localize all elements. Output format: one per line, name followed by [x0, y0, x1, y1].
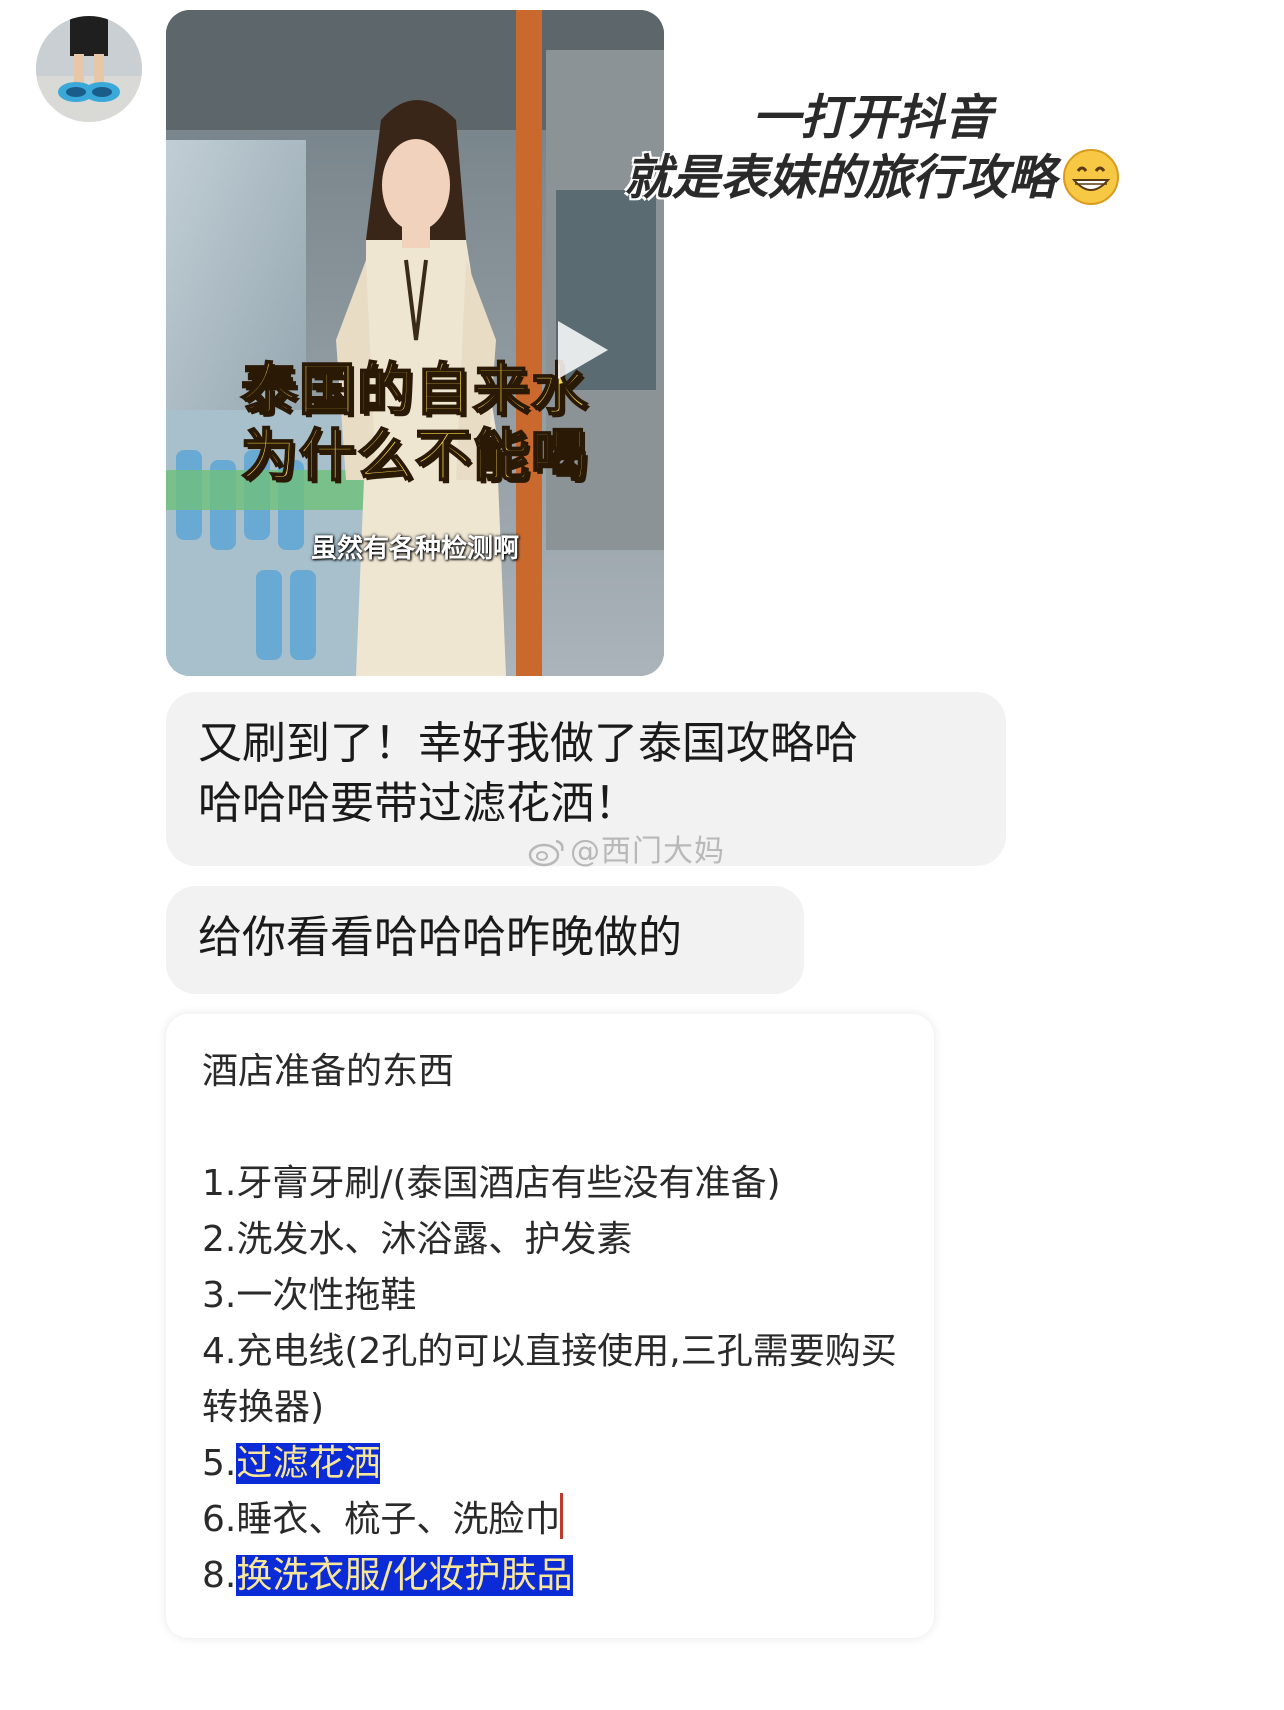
message-text: 给你看看哈哈哈昨晚做的	[198, 912, 682, 963]
message-text-line: 哈哈哈要带过滤花洒！	[198, 778, 638, 829]
sticker-caption: 一打开抖音 就是表妹的旅行攻略	[592, 88, 1152, 208]
sticker-line-2: 就是表妹的旅行攻略	[592, 148, 1152, 208]
avatar-photo-icon	[36, 16, 142, 122]
text-selection-highlight: 过滤花洒	[236, 1443, 381, 1484]
message-text-line: 又刷到了！幸好我做了泰国攻略哈	[198, 718, 858, 769]
weibo-logo-icon	[528, 839, 564, 867]
sticker-line-1: 一打开抖音	[751, 90, 992, 146]
note-item: 6.睡衣、梳子、洗脸巾	[202, 1492, 898, 1548]
weibo-watermark: @西门大妈	[528, 826, 725, 870]
note-screenshot-card[interactable]: 酒店准备的东西 1.牙膏牙刷/(泰国酒店有些没有准备) 2.洗发水、沐浴露、护发…	[166, 1014, 934, 1638]
grinning-face-emoji-icon	[1063, 149, 1119, 205]
text-selection-highlight: 换洗衣服/化妆护肤品	[236, 1555, 573, 1596]
text-cursor	[560, 1493, 564, 1539]
video-subtitle: 虽然有各种检测啊	[310, 534, 519, 564]
note-item: 1.牙膏牙刷/(泰国酒店有些没有准备)	[202, 1163, 781, 1204]
avatar[interactable]	[36, 16, 142, 122]
note-item: 4.充电线(2孔的可以直接使用,三孔需要购买转换器)	[202, 1331, 897, 1428]
note-title: 酒店准备的东西	[202, 1051, 455, 1092]
note-item: 3.一次性拖鞋	[202, 1275, 417, 1316]
message-bubble[interactable]: 给你看看哈哈哈昨晚做的	[166, 886, 804, 994]
video-message-card[interactable]: 泰国的自来水 为什么不能喝 虽然有各种检测啊	[166, 10, 664, 676]
note-item: 8.换洗衣服/化妆护肤品	[202, 1555, 573, 1596]
play-icon[interactable]	[544, 315, 614, 385]
note-item: 2.洗发水、沐浴露、护发素	[202, 1219, 633, 1260]
note-item: 5.过滤花洒	[202, 1443, 381, 1484]
